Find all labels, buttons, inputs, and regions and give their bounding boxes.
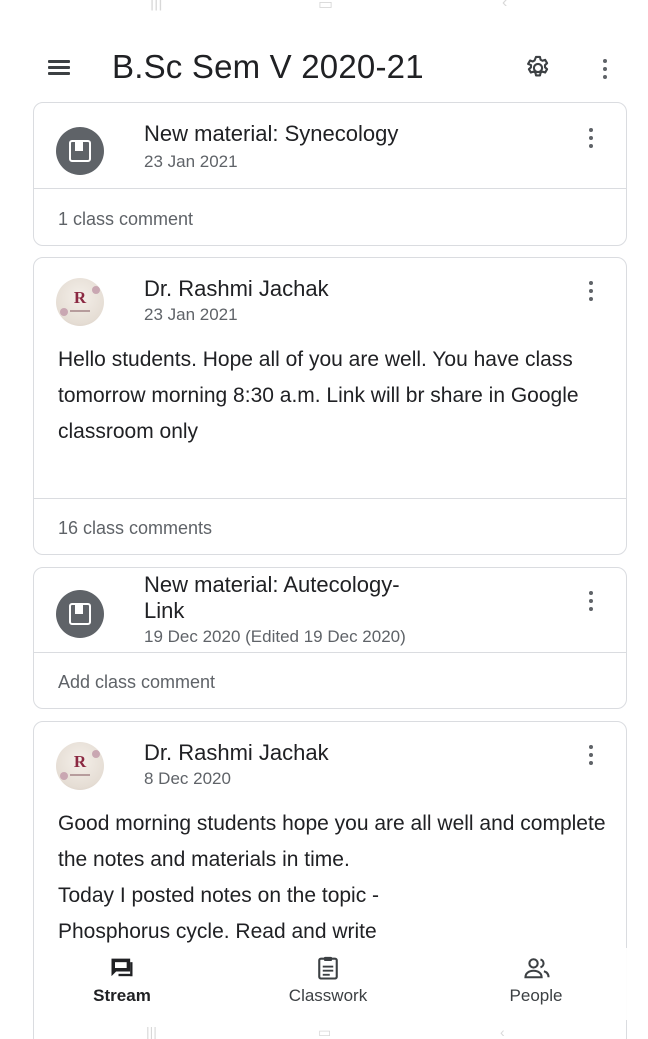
system-nav-strip: ||| ▭ ‹ — [146, 1024, 505, 1039]
card-divider — [34, 498, 626, 499]
post-date: 19 Dec 2020 (Edited 19 Dec 2020) — [144, 627, 406, 646]
stream-card-announcement[interactable]: R Dr. Rashmi Jachak 23 Jan 2021 Hello st… — [33, 257, 627, 555]
post-date: 8 Dec 2020 — [144, 769, 231, 788]
more-vert-icon[interactable] — [588, 280, 594, 302]
classwork-icon — [318, 956, 338, 980]
bottom-navigation: Stream Classwork People — [34, 948, 628, 1020]
nav-people-label: People — [509, 986, 563, 1005]
gear-icon[interactable] — [524, 54, 552, 82]
avatar: R — [56, 742, 104, 790]
author-name: Dr. Rashmi Jachak — [144, 276, 329, 301]
material-title: New material: Autecology- Link — [144, 572, 400, 623]
class-comments-link[interactable]: 16 class comments — [58, 518, 212, 539]
announcement-text: Hello students. Hope all of you are well… — [58, 348, 579, 443]
system-status-strip: ||| ▭ ‹ — [150, 0, 508, 13]
class-comments-link[interactable]: 1 class comment — [58, 209, 193, 230]
author-name: Dr. Rashmi Jachak — [144, 740, 329, 765]
class-title: B.Sc Sem V 2020-21 — [112, 48, 424, 85]
post-date: 23 Jan 2021 — [144, 305, 238, 324]
people-icon — [524, 958, 550, 979]
card-divider — [34, 652, 626, 653]
card-divider — [34, 188, 626, 189]
add-class-comment[interactable]: Add class comment — [58, 672, 215, 693]
more-vert-icon[interactable] — [588, 744, 594, 766]
more-vert-icon[interactable] — [602, 58, 608, 80]
more-vert-icon[interactable] — [588, 590, 594, 612]
nav-people[interactable]: People — [456, 948, 616, 1020]
nav-stream-label: Stream — [93, 986, 151, 1005]
nav-stream[interactable]: Stream — [42, 948, 202, 1020]
nav-classwork-label: Classwork — [288, 986, 368, 1005]
stream-icon — [111, 958, 133, 977]
stream-card-material[interactable]: New material: Synecology 23 Jan 2021 1 c… — [33, 102, 627, 246]
announcement-text: Good morning students hope you are all w… — [58, 812, 606, 943]
material-title: New material: Synecology — [144, 121, 399, 146]
hamburger-menu-icon[interactable] — [48, 60, 70, 76]
stream-card-material[interactable]: New material: Autecology- Link 19 Dec 202… — [33, 567, 627, 709]
post-date: 23 Jan 2021 — [144, 152, 238, 171]
more-vert-icon[interactable] — [588, 127, 594, 149]
material-icon — [56, 127, 104, 175]
avatar: R — [56, 278, 104, 326]
material-icon — [56, 590, 104, 638]
app-bar: B.Sc Sem V 2020-21 — [18, 30, 640, 108]
nav-classwork[interactable]: Classwork — [248, 948, 408, 1020]
